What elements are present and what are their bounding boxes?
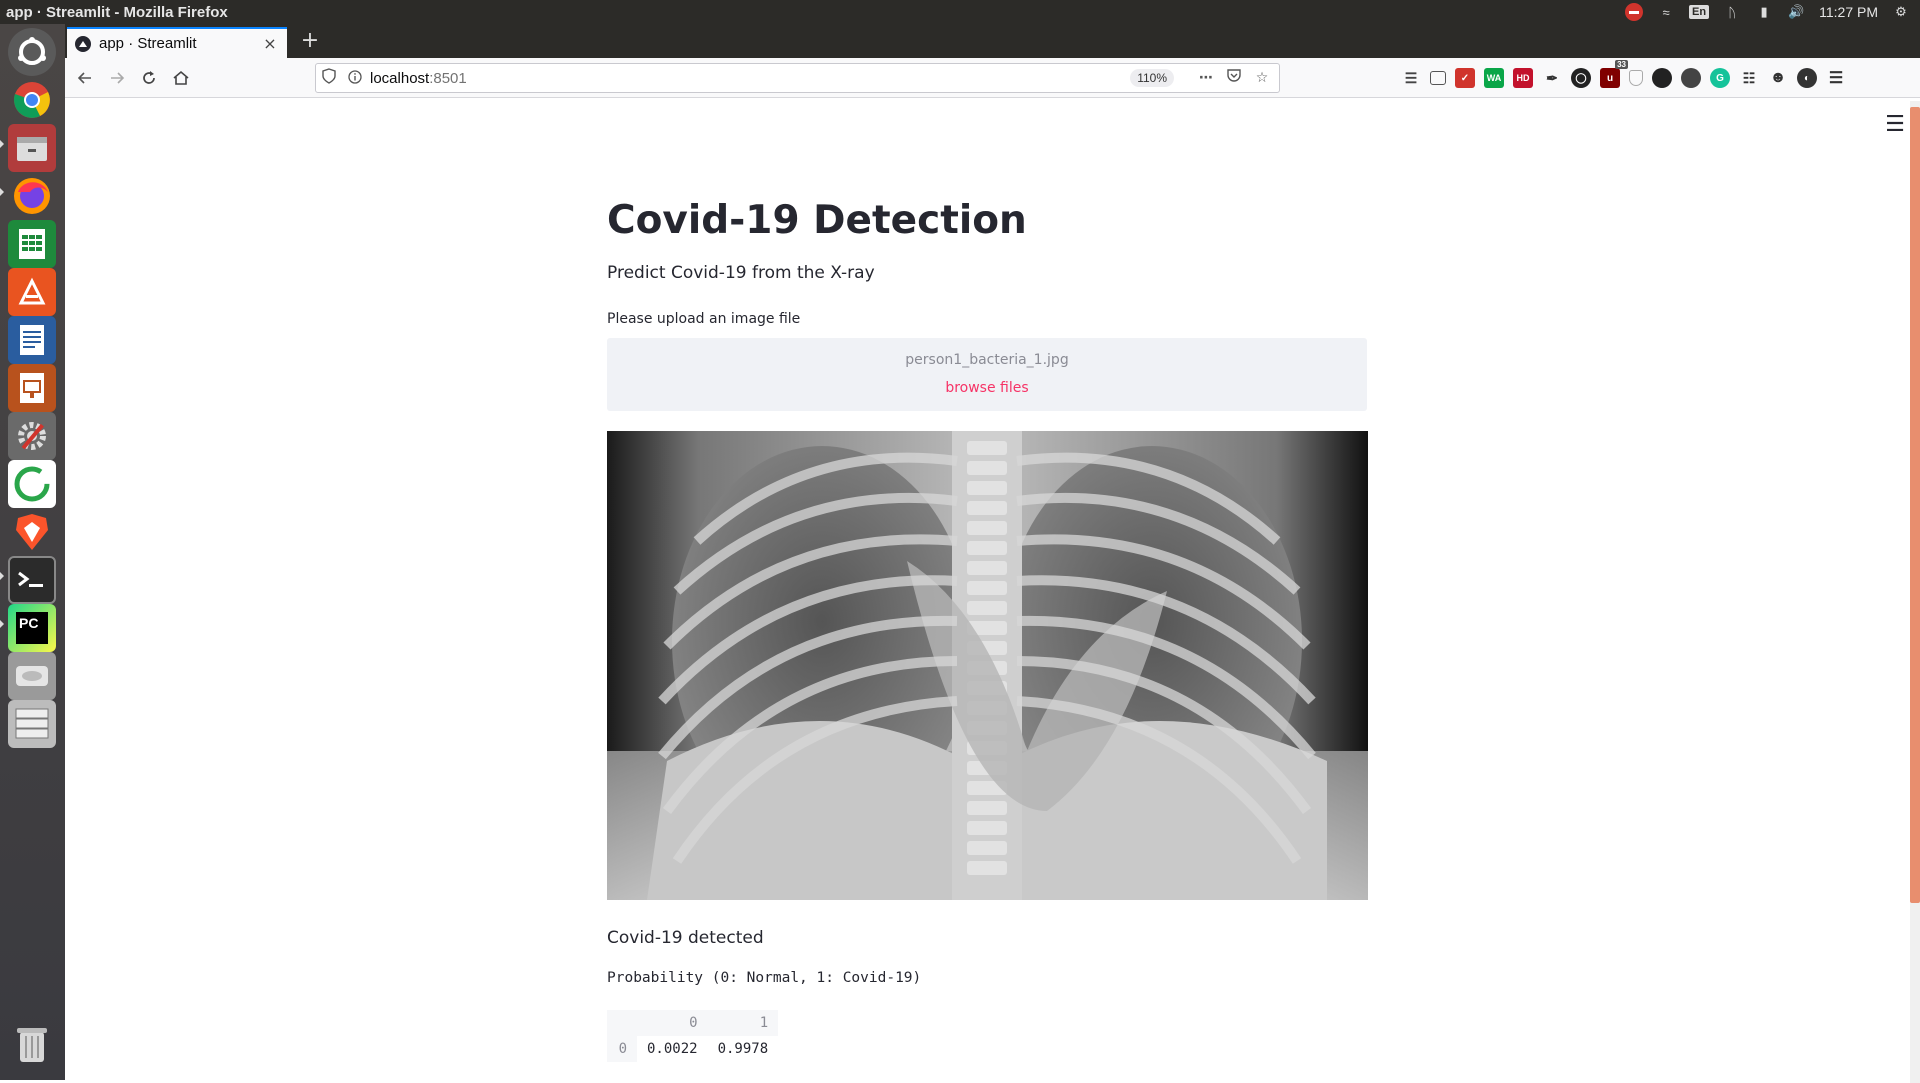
table-header-row: 0 1 — [607, 1010, 779, 1036]
account-icon[interactable]: ☻ — [1768, 68, 1788, 88]
active-app-pip — [0, 620, 4, 628]
file-dropzone[interactable]: person1_bacteria_1.jpg browse files — [607, 338, 1367, 411]
table-header-cell: 1 — [707, 1010, 779, 1036]
circle-app-icon[interactable] — [8, 460, 56, 508]
new-tab-button[interactable]: + — [297, 28, 323, 54]
reload-button[interactable] — [135, 64, 163, 92]
night-mode-icon[interactable]: ◐ — [1797, 68, 1817, 88]
barcode-extension-icon[interactable]: ☷ — [1739, 68, 1759, 88]
back-button[interactable] — [71, 64, 99, 92]
url-port: :8501 — [429, 69, 467, 87]
browser-nav-bar: localhost:8501 110% ⋯ ☆ ☰ ✓ WA HD ✒ ◯ u3… — [65, 58, 1920, 98]
tab-streamlit-app[interactable]: app · Streamlit × — [67, 27, 287, 58]
volume-icon[interactable]: 🔊 — [1787, 3, 1805, 21]
url-host: localhost — [370, 69, 430, 87]
wa-extension-icon[interactable]: WA — [1484, 68, 1504, 88]
keyboard-layout-indicator[interactable]: En — [1689, 5, 1710, 19]
active-app-pip — [0, 572, 4, 580]
brave-icon[interactable] — [8, 508, 56, 556]
software-center-icon[interactable] — [8, 268, 56, 316]
home-button[interactable] — [167, 64, 195, 92]
streamlit-main-menu-button[interactable]: ☰ — [1882, 114, 1908, 136]
storage-icon[interactable] — [8, 700, 56, 748]
privacy-badger-icon[interactable] — [1629, 70, 1643, 86]
pycharm-icon[interactable]: PC — [8, 604, 56, 652]
file-uploader-label: Please upload an image file — [607, 311, 801, 327]
tracking-protection-shield-icon[interactable] — [322, 68, 336, 88]
notification-block-icon[interactable] — [1625, 3, 1644, 21]
table-cell: 0.9978 — [717, 1041, 769, 1057]
page-actions-menu-icon[interactable]: ⋯ — [1195, 68, 1217, 88]
disk-icon[interactable] — [8, 652, 56, 700]
impress-icon[interactable] — [8, 364, 56, 412]
firefox-menu-icon[interactable]: ☰ — [1826, 68, 1846, 88]
window-title: app · Streamlit - Mozilla Firefox — [6, 3, 228, 21]
uploaded-file-name: person1_bacteria_1.jpg — [905, 352, 1069, 368]
chest-xray-image — [607, 431, 1368, 900]
battery-icon[interactable]: ▮ — [1755, 3, 1773, 21]
streamlit-page: ☰ Covid-19 Detection Predict Covid-19 fr… — [65, 98, 1920, 1083]
ublock-badge: 33 — [1615, 60, 1628, 69]
bluetooth-icon[interactable]: ᚢ — [1723, 3, 1741, 21]
table-header-index — [607, 1010, 637, 1036]
pycharm-label: PC — [16, 612, 48, 644]
calc-icon[interactable] — [8, 220, 56, 268]
scrollbar-thumb[interactable] — [1910, 107, 1920, 903]
library-icon[interactable]: ☰ — [1401, 68, 1421, 88]
system-gear-icon[interactable]: ⚙ — [1892, 3, 1910, 21]
pocket-icon[interactable] — [1223, 68, 1245, 88]
dark-mode-extension-icon[interactable] — [1652, 68, 1672, 88]
toolbar-extensions: ☰ ✓ WA HD ✒ ◯ u 33 G ☷ ☻ ◐ ☰ — [1401, 60, 1846, 88]
table-row: 0 0.0022 0.9978 — [607, 1036, 778, 1062]
zoom-level-badge[interactable]: 110% — [1130, 69, 1174, 87]
firefox-icon[interactable] — [8, 172, 56, 220]
stylus-extension-icon[interactable]: ✒ — [1542, 68, 1562, 88]
writer-icon[interactable] — [8, 316, 56, 364]
page-title: Covid-19 Detection — [607, 198, 1027, 243]
streamlit-favicon-icon — [75, 35, 91, 52]
site-info-icon[interactable] — [348, 69, 362, 88]
files-icon[interactable] — [8, 124, 56, 172]
table-cell: 0.0022 — [647, 1041, 698, 1057]
system-tray: ≈ En ᚢ ▮ 🔊 11:27 PM ⚙ — [1625, 0, 1910, 24]
url-text[interactable]: localhost:8501 — [370, 70, 467, 87]
ublock-origin-icon[interactable]: u 33 — [1600, 60, 1628, 88]
trash-icon[interactable] — [8, 1020, 56, 1068]
wifi-icon[interactable]: ≈ — [1657, 3, 1675, 21]
ubuntu-launcher: PC — [0, 24, 65, 1080]
ubuntu-dash-icon[interactable] — [8, 28, 56, 76]
chrome-icon[interactable] — [8, 76, 56, 124]
terminal-icon[interactable] — [8, 556, 56, 604]
sync-extension-icon[interactable]: ◯ — [1571, 68, 1591, 88]
probability-table: 0 1 0 0.0022 0.9978 — [607, 1010, 779, 1062]
grammarly-icon[interactable]: G — [1710, 68, 1730, 88]
pdf-extension-icon[interactable]: ✓ — [1455, 68, 1475, 88]
people-extension-icon[interactable] — [1681, 68, 1701, 88]
forward-button[interactable] — [103, 64, 131, 92]
bookmark-star-icon[interactable]: ☆ — [1251, 68, 1273, 88]
table-header-cell: 0 — [637, 1010, 708, 1036]
active-app-pip — [0, 140, 4, 148]
system-top-panel: app · Streamlit - Mozilla Firefox ≈ En ᚢ… — [0, 0, 1920, 24]
tab-close-icon[interactable]: × — [261, 34, 279, 53]
tab-title: app · Streamlit — [99, 35, 197, 52]
sidebar-icon[interactable] — [1430, 71, 1446, 85]
table-row-index: 0 — [607, 1036, 637, 1062]
clock[interactable]: 11:27 PM — [1819, 4, 1878, 20]
browser-tab-strip: app · Streamlit × + — [65, 24, 1920, 58]
url-bar[interactable]: localhost:8501 110% ⋯ ☆ — [315, 63, 1280, 93]
hd-extension-icon[interactable]: HD — [1513, 68, 1533, 88]
browse-files-link[interactable]: browse files — [607, 380, 1367, 396]
page-subtitle: Predict Covid-19 from the X-ray — [607, 263, 875, 283]
probability-label: Probability (0: Normal, 1: Covid-19) — [607, 970, 922, 986]
active-app-pip — [0, 188, 4, 196]
settings-icon[interactable] — [8, 412, 56, 460]
scrollbar-track[interactable] — [1910, 101, 1920, 1083]
prediction-result: Covid-19 detected — [607, 928, 764, 948]
